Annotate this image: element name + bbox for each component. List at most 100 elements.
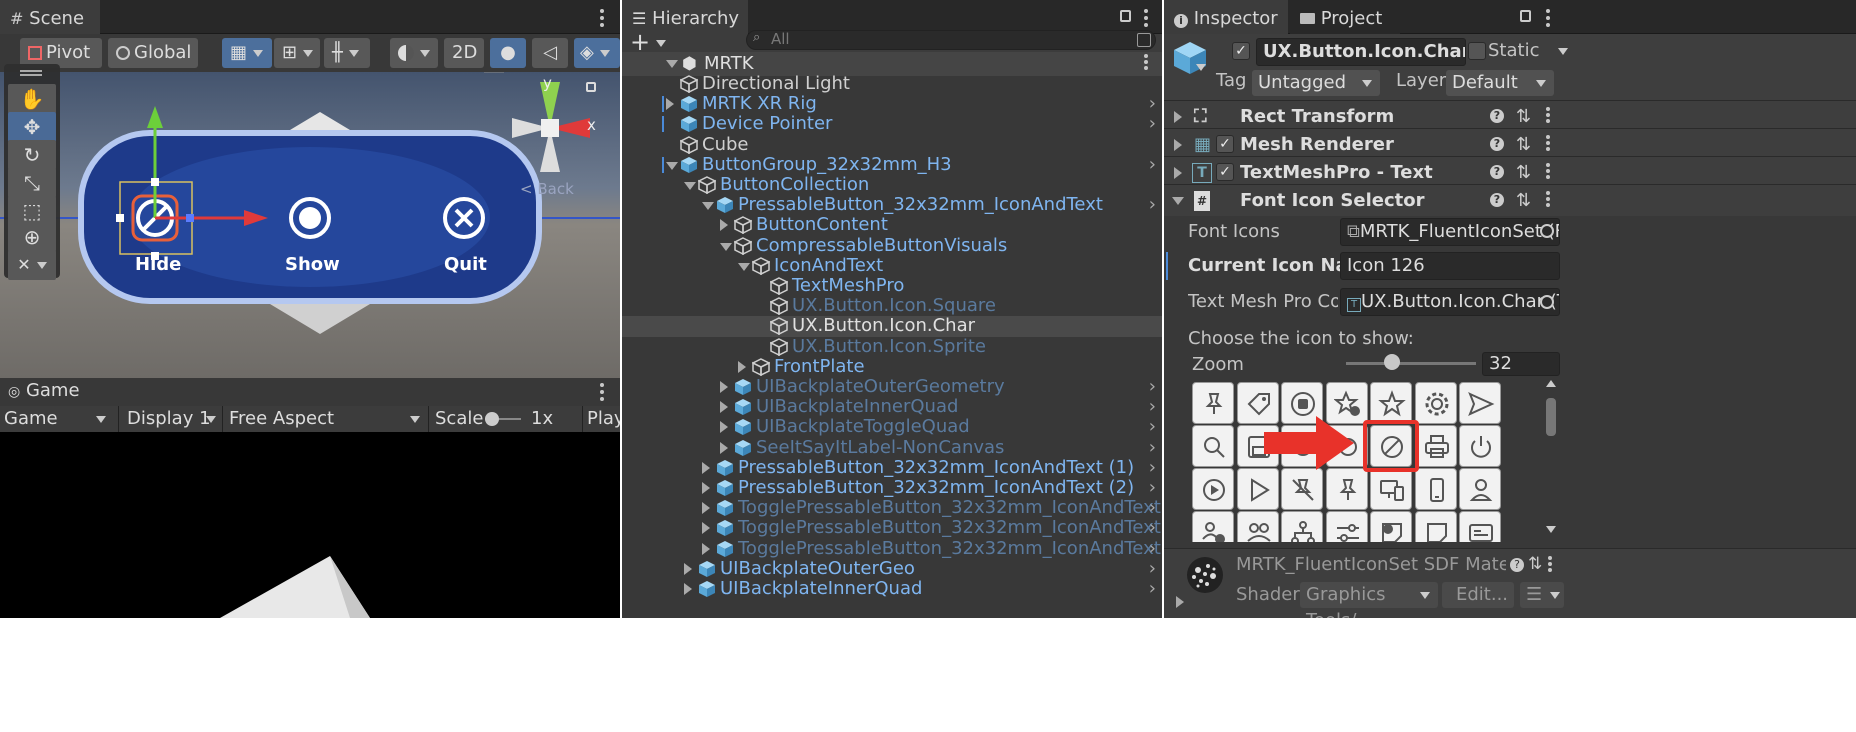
material-preset-icon[interactable]: ⇅ [1528, 554, 1542, 574]
material-expand-icon[interactable] [1176, 596, 1184, 608]
zoom-slider-thumb[interactable] [1383, 354, 1400, 370]
gear-icon[interactable] [1414, 382, 1457, 424]
pin-off-icon[interactable] [1281, 468, 1323, 510]
open-prefab-chevron-icon[interactable]: › [1149, 396, 1156, 417]
increment-snap-button[interactable]: ⊞ [274, 38, 320, 68]
hierarchy-row[interactable]: CompressableButtonVisuals [622, 235, 1162, 256]
hierarchy-row[interactable]: Device Pointer › [622, 114, 1162, 134]
expand-icon[interactable] [702, 522, 710, 535]
hierarchy-row[interactable]: SeeItSayItLabel-NonCanvas › [622, 437, 1162, 458]
global-dropdown[interactable]: Global [108, 38, 198, 87]
static-checkbox[interactable] [1468, 42, 1486, 60]
lock-icon[interactable] [586, 82, 596, 92]
scale-tool[interactable]: ⤡ [8, 168, 56, 198]
hierarchy-row[interactable]: UIBackplateOuterGeo › [622, 558, 1162, 579]
current-icon-field[interactable]: Icon 126 [1340, 252, 1560, 280]
expand-icon[interactable] [702, 461, 710, 474]
material-menu-icon[interactable] [1546, 554, 1554, 576]
grid-snap-button[interactable]: ▦ [222, 38, 272, 68]
expand-icon[interactable] [1172, 197, 1184, 205]
hierarchy-row[interactable]: PressableButton_32x32mm_IconAndText (1) › [622, 457, 1162, 478]
scene-menu-icon[interactable] [598, 6, 606, 28]
help-icon[interactable]: ? [1490, 137, 1504, 151]
hand-tool[interactable]: ✋ [8, 84, 56, 114]
phone-icon[interactable] [1414, 468, 1457, 510]
people-icon[interactable] [1236, 511, 1279, 542]
edit-shader-button[interactable]: Edit... [1442, 582, 1514, 608]
material-help-icon[interactable]: ? [1510, 558, 1524, 572]
open-prefab-chevron-icon[interactable]: › [1149, 578, 1156, 599]
person-icon[interactable] [1459, 468, 1501, 510]
expand-icon[interactable] [702, 542, 710, 555]
hierarchy-row[interactable]: Directional Light [622, 73, 1162, 94]
static-dropdown-caret[interactable] [1558, 48, 1568, 55]
play-icon[interactable] [1236, 468, 1279, 510]
hierarchy-row[interactable]: FrontPlate [622, 356, 1162, 377]
zoom-slider-track[interactable] [1346, 362, 1476, 365]
icon-dropdown-caret[interactable] [1196, 64, 1206, 71]
expand-icon[interactable] [684, 583, 692, 595]
print-icon[interactable] [1414, 425, 1457, 467]
hierarchy-row[interactable]: UIBackplateInnerQuad › [622, 578, 1162, 599]
hierarchy-row[interactable]: MRTK XR Rig › [622, 93, 1162, 114]
collapse-icon[interactable] [720, 242, 732, 251]
hierarchy-row[interactable]: ButtonGroup_32x32mm_H3 › [622, 154, 1162, 175]
expand-icon[interactable] [720, 441, 728, 454]
draw-mode-button[interactable] [390, 38, 438, 68]
scene-tab[interactable]: # Scene [0, 0, 100, 34]
shader-dropdown[interactable]: Graphics Tools/ [1300, 582, 1438, 618]
expand-icon[interactable] [720, 421, 728, 434]
hierarchy-row[interactable]: UX.Button.Icon.Char [622, 316, 1162, 337]
inspector-menu-icon[interactable] [1544, 6, 1552, 28]
send-icon[interactable] [1459, 382, 1501, 424]
project-tab[interactable]: Project [1290, 0, 1400, 34]
help-icon[interactable]: ? [1490, 109, 1504, 123]
hierarchy-row[interactable]: UX.Button.Icon.Sprite [622, 336, 1162, 357]
hierarchy-row[interactable]: Cube [622, 134, 1162, 155]
grid-scrollbar[interactable] [1544, 380, 1558, 540]
help-icon[interactable]: ? [1490, 193, 1504, 207]
play-focus-dropdown[interactable]: Play [582, 406, 620, 432]
component-menu-icon[interactable] [1544, 133, 1552, 155]
mesh-renderer-checkbox[interactable]: ✓ [1216, 135, 1234, 153]
hierarchy-menu-icon[interactable] [1142, 6, 1150, 28]
effects-toggle[interactable]: ◈ [574, 38, 620, 68]
move-tool[interactable]: ✥ [8, 112, 56, 142]
power-icon[interactable] [1459, 425, 1501, 467]
pin-icon[interactable] [1325, 468, 1368, 510]
shader-options-dropdown[interactable]: ☰ [1520, 582, 1564, 608]
scroll-up-icon[interactable] [1546, 380, 1556, 387]
game-tab[interactable]: ◎ Game [8, 380, 80, 401]
hierarchy-row[interactable]: UIBackplateToggleQuad › [622, 417, 1162, 437]
hierarchy-search[interactable]: ⌕ All [746, 30, 1156, 50]
open-prefab-chevron-icon[interactable]: › [1149, 93, 1156, 114]
open-prefab-chevron-icon[interactable]: › [1149, 376, 1156, 397]
open-prefab-chevron-icon[interactable]: › [1149, 518, 1156, 538]
expand-icon[interactable] [666, 98, 674, 111]
lighting-toggle[interactable]: ● [490, 38, 526, 68]
open-prefab-chevron-icon[interactable]: › [1149, 538, 1156, 559]
tmp-field[interactable]: T UX.Button.Icon.Char (Te [1340, 288, 1560, 316]
hierarchy-row[interactable]: TogglePressableButton_32x32mm_IconAndTex… [622, 497, 1162, 518]
collapse-icon[interactable] [684, 182, 696, 190]
open-prefab-chevron-icon[interactable]: › [1149, 114, 1156, 134]
component-font-icon-selector[interactable]: # Font Icon Selector ? ⇅ [1164, 184, 1856, 216]
custom-tool[interactable]: ✕ [8, 250, 56, 280]
open-prefab-chevron-icon[interactable]: › [1149, 558, 1156, 579]
scroll-down-icon[interactable] [1546, 526, 1556, 533]
open-prefab-chevron-icon[interactable]: › [1149, 497, 1156, 518]
search-options-icon[interactable] [1137, 33, 1151, 47]
hierarchy-row[interactable]: IconAndText [622, 255, 1162, 276]
expand-icon[interactable] [738, 360, 746, 373]
font-icons-picker-icon[interactable] [1540, 224, 1554, 238]
audio-toggle[interactable]: ◁ [532, 38, 568, 68]
desktop-phone-icon[interactable] [1370, 468, 1412, 510]
expand-icon[interactable] [720, 381, 728, 393]
collapse-icon[interactable] [666, 161, 678, 170]
hierarchy-row[interactable]: PressableButton_32x32mm_IconAndText › [622, 194, 1162, 215]
open-prefab-chevron-icon[interactable]: › [1149, 477, 1156, 498]
hierarchy-row[interactable]: UIBackplateOuterGeometry › [622, 376, 1162, 397]
people-add-icon[interactable] [1192, 511, 1234, 542]
scene-viewport[interactable]: Hide Show Quit < Back y x [0, 64, 620, 378]
object-name-field[interactable]: UX.Button.Icon.Char [1256, 38, 1466, 66]
